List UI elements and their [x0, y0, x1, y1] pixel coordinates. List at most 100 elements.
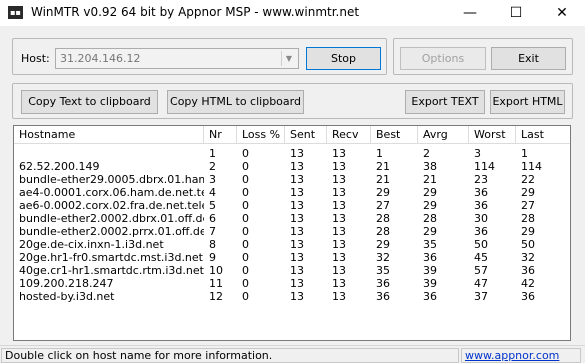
table-cell: 29	[376, 186, 390, 199]
column-header[interactable]: Best	[371, 126, 418, 144]
column-header[interactable]: Last	[516, 126, 570, 144]
table-cell: 9	[209, 251, 216, 264]
hostname-cell[interactable]: 40ge.cr1-hr1.smartdc.rtm.i3d.net	[14, 264, 204, 277]
appnor-link[interactable]: www.appnor.com	[465, 349, 559, 362]
hostname-cell[interactable]: ae4-0.0001.corx.06.ham.de.net.telef...	[14, 186, 204, 199]
hostname-cell[interactable]: bundle-ether2.0002.prrx.01.off.de.net...	[14, 225, 204, 238]
table-cell: 1	[209, 147, 216, 160]
copy-html-button[interactable]: Copy HTML to clipboard	[167, 90, 304, 114]
table-row[interactable]: hosted-by.i3d.net 12 0 13 13 36 36 37 36	[14, 290, 570, 303]
table-row[interactable]: 1 0 13 13 1 2 3 1	[14, 147, 570, 160]
hostname-cell[interactable]	[14, 147, 204, 160]
table-cell: 36	[474, 186, 488, 199]
table-cell: 13	[290, 251, 304, 264]
status-bar: Double click on host name for more infor…	[0, 345, 585, 363]
table-cell: 0	[242, 264, 249, 277]
minimize-icon[interactable]: —	[447, 0, 493, 26]
table-cell: 13	[332, 147, 346, 160]
table-cell: 0	[242, 225, 249, 238]
table-cell: 0	[242, 147, 249, 160]
exit-button[interactable]: Exit	[491, 47, 566, 70]
table-row[interactable]: bundle-ether2.0002.prrx.01.off.de.net...…	[14, 225, 570, 238]
table-cell: 13	[290, 290, 304, 303]
table-cell: 32	[376, 251, 390, 264]
hostname-cell[interactable]: 109.200.218.247	[14, 277, 204, 290]
table-cell: 8	[209, 238, 216, 251]
table-cell: 114	[521, 160, 542, 173]
table-cell: 36	[423, 251, 437, 264]
table-row[interactable]: ae6-0.0002.corx.02.fra.de.net.telefon...…	[14, 199, 570, 212]
hostname-cell[interactable]: 20ge.de-cix.inxn-1.i3d.net	[14, 238, 204, 251]
column-header[interactable]: Sent	[285, 126, 327, 144]
table-cell: 13	[332, 277, 346, 290]
table-row[interactable]: bundle-ether29.0005.dbrx.01.ham.de... 3 0 1…	[14, 173, 570, 186]
table-cell: 21	[423, 173, 437, 186]
maximize-icon[interactable]: ☐	[493, 0, 539, 26]
table-cell: 35	[423, 238, 437, 251]
table-row[interactable]: 62.52.200.149 2 0 13 13 21 38 114 114	[14, 160, 570, 173]
export-html-button[interactable]: Export HTML	[490, 90, 565, 114]
table-cell: 0	[242, 186, 249, 199]
table-cell: 13	[332, 264, 346, 277]
status-link-cell: www.appnor.com	[461, 348, 581, 363]
hostname-cell[interactable]: bundle-ether29.0005.dbrx.01.ham.de...	[14, 173, 204, 186]
table-cell: 36	[521, 290, 535, 303]
table-cell: 1	[521, 147, 528, 160]
host-combobox[interactable]: 31.204.146.12 ▼	[55, 48, 299, 69]
table-cell: 1	[376, 147, 383, 160]
hostname-cell[interactable]: ae6-0.0002.corx.02.fra.de.net.telefon...	[14, 199, 204, 212]
table-cell: 3	[474, 147, 481, 160]
hostname-cell[interactable]: 20ge.hr1-fr0.smartdc.mst.i3d.net	[14, 251, 204, 264]
table-cell: 29	[423, 199, 437, 212]
table-cell: 11	[209, 277, 223, 290]
options-button[interactable]: Options	[400, 47, 486, 70]
table-cell: 4	[209, 186, 216, 199]
table-cell: 114	[474, 160, 495, 173]
table-row[interactable]: 20ge.de-cix.inxn-1.i3d.net 8 0 13 13 29 35 50 50	[14, 238, 570, 251]
table-row[interactable]: bundle-ether2.0002.dbrx.01.off.de.ne... 6…	[14, 212, 570, 225]
column-header[interactable]: Hostname	[14, 126, 204, 144]
export-text-button[interactable]: Export TEXT	[405, 90, 485, 114]
column-header[interactable]: Nr	[204, 126, 237, 144]
table-cell: 36	[521, 264, 535, 277]
table-row[interactable]: 20ge.hr1-fr0.smartdc.mst.i3d.net 9 0 13 13 32…	[14, 251, 570, 264]
table-cell: 13	[290, 173, 304, 186]
table-cell: 10	[209, 264, 223, 277]
status-hint: Double click on host name for more infor…	[1, 348, 459, 363]
hostname-cell[interactable]: 62.52.200.149	[14, 160, 204, 173]
table-cell: 28	[376, 225, 390, 238]
table-cell: 13	[290, 199, 304, 212]
stop-button[interactable]: Stop	[306, 47, 381, 70]
column-header[interactable]: Recv	[327, 126, 371, 144]
hostname-cell[interactable]: hosted-by.i3d.net	[14, 290, 204, 303]
host-label: Host:	[21, 52, 50, 65]
table-cell: 21	[376, 173, 390, 186]
table-cell: 13	[332, 238, 346, 251]
hostname-cell[interactable]: bundle-ether2.0002.dbrx.01.off.de.ne...	[14, 212, 204, 225]
table-cell: 45	[474, 251, 488, 264]
table-cell: 50	[521, 238, 535, 251]
close-icon[interactable]: ✕	[539, 0, 585, 26]
table-cell: 13	[290, 264, 304, 277]
table-cell: 13	[332, 225, 346, 238]
table-cell: 29	[521, 186, 535, 199]
table-cell: 0	[242, 277, 249, 290]
table-cell: 36	[474, 199, 488, 212]
table-cell: 32	[521, 251, 535, 264]
column-header[interactable]: Loss %	[237, 126, 285, 144]
table-cell: 13	[332, 212, 346, 225]
chevron-down-icon[interactable]: ▼	[281, 51, 296, 66]
column-header[interactable]: Worst	[469, 126, 516, 144]
table-cell: 27	[521, 199, 535, 212]
table-cell: 3	[209, 173, 216, 186]
host-input[interactable]: 31.204.146.12	[60, 52, 140, 65]
column-header[interactable]: Avrg	[418, 126, 469, 144]
results-table[interactable]: Hostname Nr Loss % Sent Recv Best Avrg Worst Las…	[13, 125, 571, 341]
table-cell: 0	[242, 238, 249, 251]
table-cell: 36	[423, 290, 437, 303]
copy-text-button[interactable]: Copy Text to clipboard	[21, 90, 158, 114]
table-cell: 12	[209, 290, 223, 303]
table-row[interactable]: 40ge.cr1-hr1.smartdc.rtm.i3d.net 10 0 13 13 3…	[14, 264, 570, 277]
table-row[interactable]: ae4-0.0001.corx.06.ham.de.net.telef... 4 0…	[14, 186, 570, 199]
table-row[interactable]: 109.200.218.247 11 0 13 13 36 39 47 42	[14, 277, 570, 290]
